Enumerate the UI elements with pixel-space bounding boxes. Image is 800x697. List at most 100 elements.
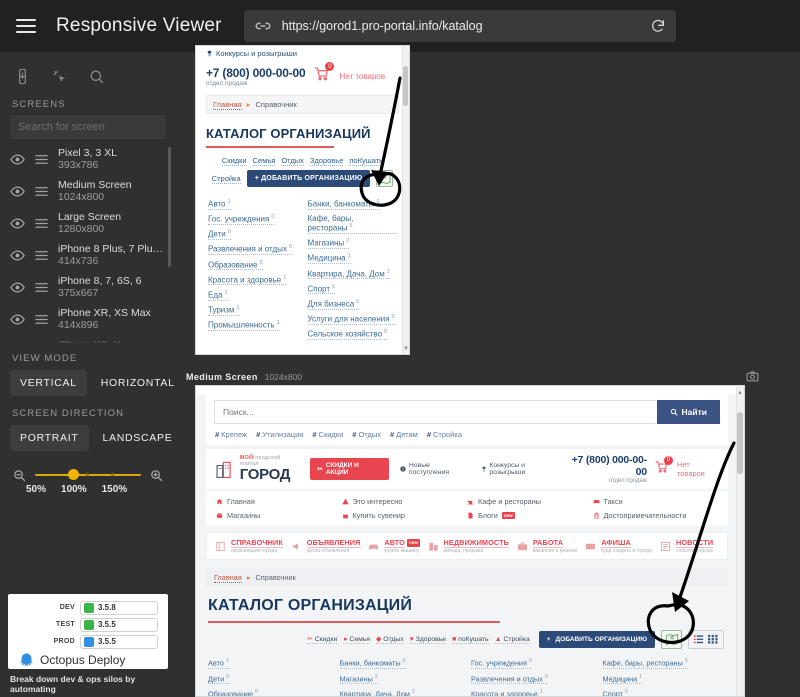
map-pin-icon[interactable]	[376, 170, 394, 187]
screen-list[interactable]: Pixel 3, 3 XL 393x786 Medium Screen 1024…	[0, 143, 176, 343]
tag-chip[interactable]: Семья	[252, 156, 276, 166]
phone-number[interactable]: +7 (800) 000-00-00	[562, 454, 648, 478]
category-link[interactable]: Сельское хозяйство 0	[307, 329, 388, 340]
category-link[interactable]: Кафе, бары, рестораны 5	[307, 214, 397, 234]
menu-item[interactable]: Магазины	[216, 511, 342, 520]
reload-icon[interactable]	[650, 18, 666, 34]
hashtag-chip[interactable]: # Детям	[390, 430, 418, 439]
category-link[interactable]: Банки, банкоматы 0	[339, 658, 406, 669]
eye-icon[interactable]	[10, 248, 25, 263]
tag-chip[interactable]: ♥ Здоровье	[409, 636, 447, 644]
category-link[interactable]: Авто 1	[208, 199, 231, 210]
breadcrumb-home[interactable]: Главная	[214, 573, 242, 584]
menu-item[interactable]: Это интересно	[341, 497, 468, 506]
category-link[interactable]: Красота и здоровье 1	[208, 275, 287, 286]
category-link[interactable]: Образование 0	[208, 260, 263, 271]
category-link[interactable]: Медицина 1	[602, 674, 643, 685]
device-icon[interactable]	[14, 68, 31, 85]
category-link[interactable]: Услуги для населения 0	[307, 314, 395, 325]
menu-item[interactable]: Достопримечательности	[593, 511, 719, 520]
grid-view-icon[interactable]	[707, 634, 719, 645]
tag-chip[interactable]: ▲ Стройка	[494, 636, 530, 644]
category-link[interactable]: Гос. учреждения 0	[471, 658, 532, 669]
hashtag-chip[interactable]: # Скидки	[312, 430, 343, 439]
drag-handle-icon[interactable]	[34, 312, 49, 327]
category-link[interactable]: Дети 0	[208, 229, 231, 240]
tag-chip[interactable]: Отдых	[281, 156, 304, 166]
viewport-mobile-scrollbar[interactable]: ▼	[402, 46, 409, 354]
view-mode-horizontal[interactable]: HORIZONTAL	[91, 370, 185, 396]
eye-icon[interactable]	[10, 184, 25, 199]
drag-handle-icon[interactable]	[34, 280, 49, 295]
url-bar[interactable]: https://gorod1.pro-portal.info/katalog	[243, 10, 676, 42]
screen-direction-landscape[interactable]: LANDSCAPE	[93, 425, 183, 451]
scroll-down-arrow-icon[interactable]: ▼	[403, 346, 409, 352]
zoom-slider[interactable]	[35, 467, 141, 483]
category-link[interactable]: Образование 0	[208, 689, 258, 696]
category-link[interactable]: Еда 1	[208, 290, 228, 301]
tag-chip[interactable]: ■ поКушать	[452, 636, 489, 644]
category-link[interactable]: Промышленность 1	[208, 320, 280, 331]
site-search-input[interactable]	[214, 400, 657, 424]
tag-chip[interactable]: ◆ Отдых	[376, 635, 404, 645]
menu-item[interactable]: Такси	[593, 497, 719, 506]
menu-item[interactable]: Блоги new	[467, 511, 593, 520]
screen-direction-portrait[interactable]: PORTRAIT	[10, 425, 89, 451]
screen-list-item[interactable]: iPhone 8 Plus, 7 Plus, 6… 414x736	[0, 239, 176, 271]
view-toggle[interactable]	[688, 630, 724, 650]
header-link[interactable]: Новые поступления	[400, 462, 470, 476]
category-link[interactable]: Медицина 1	[307, 253, 351, 265]
screen-list-item[interactable]: iPhone 8, 7, 6S, 6 375x667	[0, 271, 176, 303]
category-link[interactable]: Магазины 2	[307, 238, 350, 249]
category-link[interactable]: Банки, банкоматы 0	[307, 199, 380, 210]
category-link[interactable]: Квартира, Дача, Дом 2	[340, 689, 415, 696]
category-link[interactable]: Магазины 2	[339, 674, 378, 685]
screen-list-item[interactable]: iPhone XS, X 375x812	[0, 335, 176, 343]
category-link[interactable]: Квартира, Дача, Дом 2	[307, 269, 390, 280]
category-link[interactable]: Развлечения и отдых 0	[471, 674, 548, 685]
tag-chip[interactable]: Здоровье	[309, 156, 344, 166]
search-input[interactable]	[18, 121, 158, 133]
eye-icon[interactable]	[10, 216, 25, 231]
category-bar-item[interactable]: НЕДВИЖИМОСТЬ аренда, продажа	[427, 538, 516, 554]
category-bar-item[interactable]: СПРАВОЧНИК организации города	[214, 538, 290, 554]
tag-chip[interactable]: ● Семья	[343, 636, 370, 644]
map-pin-icon[interactable]	[661, 630, 682, 650]
zoom-out-icon[interactable]	[12, 468, 27, 483]
category-bar-item[interactable]: АВТО new купить машину	[367, 538, 426, 554]
tag-chip[interactable]: Стройка	[211, 174, 241, 184]
category-link[interactable]: Развлечения и отдых 0	[208, 244, 292, 256]
eye-icon[interactable]	[10, 312, 25, 327]
advertisement[interactable]: DEV 3.5.8 TEST 3.5.5 PROD 3.5.5 Octopus …	[8, 593, 180, 697]
tag-chip[interactable]: Скидки	[221, 156, 247, 166]
menu-item[interactable]: Главная	[216, 497, 342, 506]
category-link[interactable]: Авто 1	[208, 658, 229, 669]
screen-search-box[interactable]	[10, 115, 166, 139]
zoom-in-icon[interactable]	[149, 468, 164, 483]
category-bar-item[interactable]: НОВОСТИ события города	[659, 538, 720, 554]
screen-list-item[interactable]: Large Screen 1280x800	[0, 207, 176, 239]
hashtag-chip[interactable]: # Стройка	[427, 430, 462, 439]
category-link[interactable]: Для бизнеса 0	[307, 299, 360, 310]
phone-number[interactable]: +7 (800) 000-00-00	[206, 66, 306, 80]
ad-card[interactable]: DEV 3.5.8 TEST 3.5.5 PROD 3.5.5 Octopus …	[8, 593, 168, 669]
zoom-slider-thumb[interactable]	[67, 469, 79, 480]
breadcrumb-home[interactable]: Главная	[213, 100, 242, 110]
screen-list-item[interactable]: Medium Screen 1024x800	[0, 175, 176, 207]
category-bar-item[interactable]: ОБЪЯВЛЕНИЯ доска объявлений	[290, 538, 368, 554]
sale-button[interactable]: ✂ СКИДКИ И АКЦИИ	[310, 458, 390, 480]
drag-handle-icon[interactable]	[34, 216, 49, 231]
scroll-up-arrow-icon[interactable]: ▲	[737, 390, 743, 396]
contests-link[interactable]: Конкурсы и розыгрыши	[204, 46, 401, 62]
view-mode-vertical[interactable]: VERTICAL	[10, 370, 87, 396]
viewport-mobile[interactable]: Конкурсы и розыгрыши +7 (800) 000-00-00 …	[195, 45, 410, 355]
screen-list-item[interactable]: iPhone XR, XS Max 414x896	[0, 303, 176, 335]
eye-icon[interactable]	[10, 280, 25, 295]
cart-button[interactable]: 0	[654, 455, 673, 479]
drag-handle-icon[interactable]	[34, 184, 49, 199]
site-logo[interactable]: МОЙгородской портал ГОРОД	[215, 455, 300, 482]
list-view-icon[interactable]	[693, 634, 705, 645]
camera-icon[interactable]	[746, 370, 759, 383]
scrollbar-thumb[interactable]	[403, 66, 408, 106]
drag-handle-icon[interactable]	[34, 152, 49, 167]
